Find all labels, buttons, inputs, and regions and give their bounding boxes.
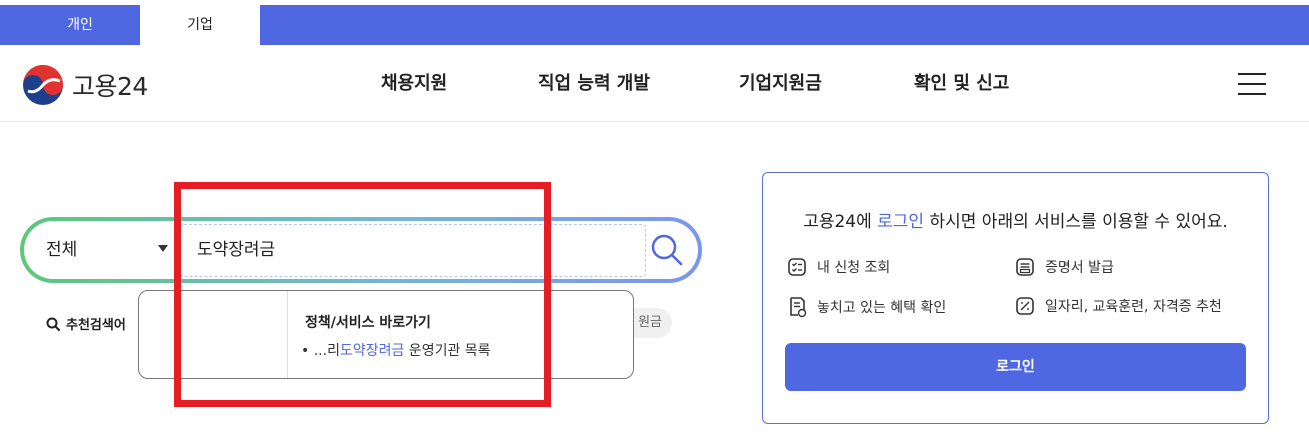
login-panel: 고용24에 로그인 하시면 아래의 서비스를 이용할 수 있어요. 내 신청 조… (762, 172, 1269, 424)
service-label: 증명서 발급 (1045, 260, 1114, 276)
service-missed-benefits[interactable]: 놓치고 있는 혜택 확인 (787, 296, 946, 318)
taegeuk-logo-icon (23, 65, 63, 105)
certificate-icon (1016, 258, 1034, 276)
service-recommendations[interactable]: 일자리, 교육훈련, 자격증 추천 (1015, 296, 1222, 316)
audience-tab-bar: 개인 기업 (0, 5, 1309, 45)
nav-employer-subsidies[interactable]: 기업지원금 (739, 45, 822, 122)
login-message-before: 고용24에 (803, 212, 878, 232)
tab-company[interactable]: 기업 (140, 5, 260, 45)
logo-text: 고용24 (72, 72, 148, 101)
recommend-icon (1016, 297, 1034, 315)
site-header: 고용24 채용지원 직업 능력 개발 기업지원금 확인 및 신고 (0, 45, 1309, 122)
benefit-document-icon (790, 297, 807, 318)
login-message-after: 하시면 아래의 서비스를 이용할 수 있어요. (924, 212, 1228, 232)
login-button[interactable]: 로그인 (785, 343, 1246, 391)
nav-verification-report[interactable]: 확인 및 신고 (914, 45, 1009, 122)
recommended-keywords-label: 추천검색어 (46, 314, 126, 333)
service-label: 내 신청 조회 (817, 260, 891, 276)
menu-hamburger-icon[interactable] (1238, 73, 1266, 95)
recommended-label-text: 추천검색어 (66, 318, 126, 333)
service-my-applications[interactable]: 내 신청 조회 (787, 257, 890, 277)
checklist-icon (788, 258, 806, 276)
service-label: 놓치고 있는 혜택 확인 (817, 300, 947, 316)
login-message: 고용24에 로그인 하시면 아래의 서비스를 이용할 수 있어요. (763, 207, 1268, 232)
login-link[interactable]: 로그인 (877, 212, 924, 232)
highlight-annotation-box (174, 182, 551, 407)
magnifier-icon (46, 317, 60, 331)
nav-vocational-training[interactable]: 직업 능력 개발 (538, 45, 650, 122)
tab-personal[interactable]: 개인 (20, 5, 140, 45)
search-scope-select[interactable]: 전체 (46, 221, 77, 279)
service-certificate-issuance[interactable]: 증명서 발급 (1015, 257, 1114, 277)
caret-down-icon[interactable] (158, 245, 168, 252)
search-icon[interactable] (648, 231, 686, 269)
service-label: 일자리, 교육훈련, 자격증 추천 (1045, 299, 1222, 315)
home-logo[interactable]: 고용24 (22, 64, 148, 106)
nav-recruitment-support[interactable]: 채용지원 (381, 45, 447, 122)
